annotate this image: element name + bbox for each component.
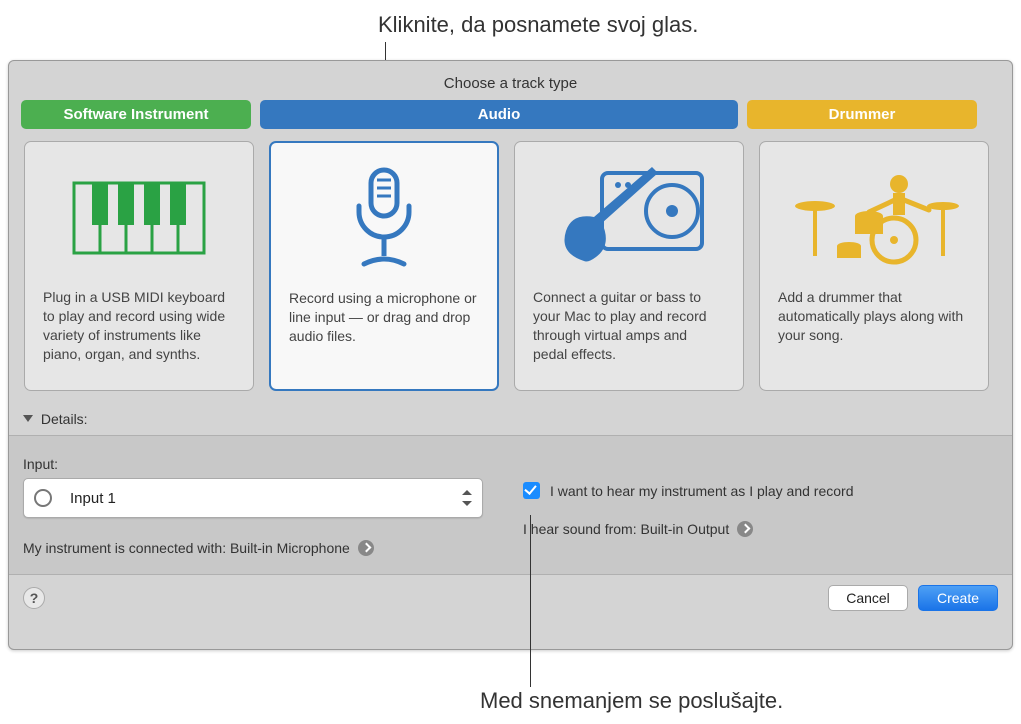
card-audio-guitar[interactable]: Connect a guitar or bass to your Mac to … — [514, 141, 744, 391]
piano-keys-icon — [43, 158, 235, 278]
card-software-instrument[interactable]: Plug in a USB MIDI keyboard to play and … — [24, 141, 254, 391]
drummer-icon — [778, 158, 970, 278]
card-row: Plug in a USB MIDI keyboard to play and … — [9, 129, 1012, 407]
tab-audio[interactable]: Audio — [260, 100, 738, 129]
card-audio-microphone[interactable]: Record using a microphone or line input … — [269, 141, 499, 391]
create-button[interactable]: Create — [918, 585, 998, 611]
callout-record-voice: Kliknite, da posnamete svoj glas. — [378, 12, 698, 38]
tab-drummer[interactable]: Drummer — [747, 100, 977, 129]
monitor-checkbox-row[interactable]: I want to hear my instrument as I play a… — [523, 482, 998, 499]
input-channel-icon — [34, 489, 52, 507]
dropdown-arrows-icon — [462, 490, 472, 506]
input-label: Input: — [23, 456, 483, 472]
details-label: Details: — [41, 411, 88, 427]
track-type-panel: Choose a track type Software Instrument … — [8, 60, 1013, 650]
input-value: Input 1 — [70, 490, 116, 507]
footer: ? Cancel Create — [9, 575, 1012, 621]
card-desc: Record using a microphone or line input … — [289, 289, 479, 346]
card-drummer[interactable]: Add a drummer that automatically plays a… — [759, 141, 989, 391]
guitar-amp-icon — [533, 158, 725, 278]
monitor-label: I want to hear my instrument as I play a… — [550, 483, 853, 499]
disclosure-triangle-icon — [23, 415, 33, 422]
help-button[interactable]: ? — [23, 587, 45, 609]
output-text: I hear sound from: Built-in Output — [523, 521, 729, 537]
card-desc: Add a drummer that automatically plays a… — [778, 288, 970, 345]
tab-row: Software Instrument Audio Drummer — [9, 100, 1012, 129]
connected-with-text: My instrument is connected with: Built-i… — [23, 540, 350, 556]
card-desc: Connect a guitar or bass to your Mac to … — [533, 288, 725, 364]
tab-software-instrument[interactable]: Software Instrument — [21, 100, 251, 129]
input-select[interactable]: Input 1 — [23, 478, 483, 518]
output-chevron[interactable] — [737, 521, 753, 537]
callout-monitor: Med snemanjem se poslušajte. — [480, 688, 783, 714]
checkbox-checked-icon — [523, 482, 540, 499]
cancel-button[interactable]: Cancel — [828, 585, 908, 611]
callout-line-bottom — [530, 515, 531, 687]
panel-title: Choose a track type — [9, 61, 1012, 100]
details-body: Input: Input 1 My instrument is connecte… — [9, 435, 1012, 575]
microphone-icon — [289, 159, 479, 279]
details-toggle[interactable]: Details: — [9, 407, 1012, 435]
connected-with-chevron[interactable] — [358, 540, 374, 556]
card-desc: Plug in a USB MIDI keyboard to play and … — [43, 288, 235, 364]
